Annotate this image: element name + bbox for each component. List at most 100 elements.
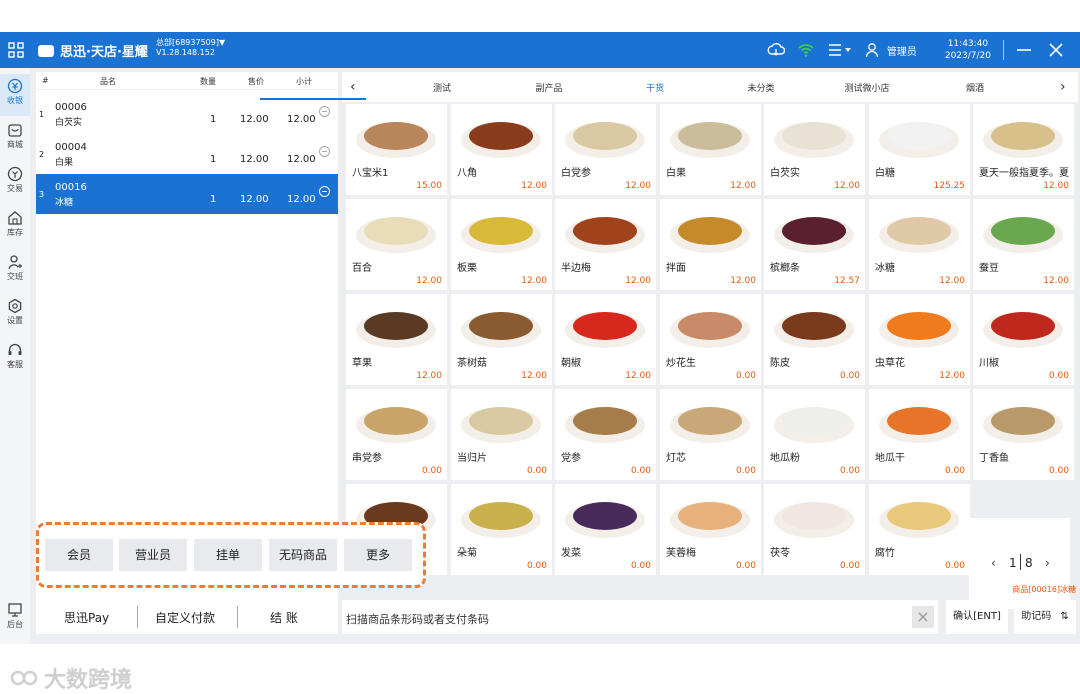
tab-test[interactable]: 测试	[397, 81, 487, 94]
product-image	[774, 407, 854, 443]
cart-logo-icon	[38, 44, 54, 57]
product-card[interactable]: 白芡实 12.00	[764, 104, 865, 195]
product-card[interactable]: 八角 12.00	[451, 104, 552, 195]
product-price: 12.00	[834, 181, 860, 191]
product-card[interactable]: 夏天一般指夏季。夏 12.00	[973, 104, 1074, 195]
product-card[interactable]: 板栗 12.00	[451, 199, 552, 290]
sidebar-item-backend[interactable]: 后台	[0, 598, 30, 640]
custom-payment-button[interactable]: 自定义付款	[155, 609, 215, 626]
product-card[interactable]: 发菜 0.00	[555, 484, 656, 575]
cloud-sync-icon[interactable]	[767, 41, 785, 59]
brand-logo: 思迅·天店·星耀	[38, 41, 148, 60]
remove-item-icon[interactable]	[319, 186, 330, 197]
product-image	[774, 502, 854, 538]
member-button[interactable]: 会员	[45, 539, 113, 571]
product-card[interactable]: 地瓜粉 0.00	[764, 389, 865, 480]
product-card[interactable]: 白果 12.00	[660, 104, 761, 195]
close-icon[interactable]	[1048, 42, 1064, 58]
product-card[interactable]: 串党参 0.00	[346, 389, 447, 480]
confirm-button[interactable]: 确认[ENT]	[946, 600, 1008, 634]
product-card[interactable]: 茯苓 0.00	[764, 484, 865, 575]
product-card[interactable]: 当归片 0.00	[451, 389, 552, 480]
product-card[interactable]: 冰糖 12.00	[869, 199, 970, 290]
sidebar-item-inventory[interactable]: 库存	[0, 206, 30, 248]
product-card[interactable]: 槟榔条 12.57	[764, 199, 865, 290]
user-name: 管理员	[886, 46, 917, 58]
checkout-button[interactable]: 结 账	[270, 609, 298, 626]
sidebar-item-settings[interactable]: 设置	[0, 294, 30, 336]
user-icon	[865, 43, 878, 58]
product-image	[565, 217, 645, 253]
tab-tobacco-wine[interactable]: 烟酒	[930, 81, 1020, 94]
hold-order-button[interactable]: 挂单	[194, 539, 262, 571]
product-card[interactable]: 半边梅 12.00	[555, 199, 656, 290]
page-prev-icon[interactable]: ‹	[991, 556, 996, 570]
remove-item-icon[interactable]	[319, 146, 330, 157]
row-index: 3	[39, 190, 45, 199]
more-button[interactable]: 更多	[344, 539, 412, 571]
sidebar-item-trade[interactable]: 交易	[0, 162, 30, 204]
product-image	[356, 217, 436, 253]
tabs-next-icon[interactable]: ›	[1060, 79, 1066, 95]
product-card[interactable]: 朝椒 12.00	[555, 294, 656, 385]
product-name: 党参	[561, 453, 581, 464]
product-name: 地瓜粉	[770, 453, 800, 464]
order-row[interactable]: 2 00004 白果 1 12.00 12.00	[36, 134, 338, 174]
salesperson-button[interactable]: 营业员	[119, 539, 187, 571]
order-row[interactable]: 1 00006 白芡实 1 12.00 12.00	[36, 94, 338, 134]
product-card[interactable]: 灯芯 0.00	[660, 389, 761, 480]
barcode-input[interactable]: 扫描商品条形码或者支付条码	[346, 611, 489, 627]
sidebar-item-label: 客服	[7, 360, 23, 369]
product-card[interactable]: 腐竹 0.00	[869, 484, 970, 575]
product-card[interactable]: 蚕豆 12.00	[973, 199, 1074, 290]
product-card[interactable]: 草果 12.00	[346, 294, 447, 385]
product-price: 0.00	[421, 466, 442, 476]
product-card[interactable]: 陈皮 0.00	[764, 294, 865, 385]
menu-list-icon[interactable]	[827, 41, 853, 59]
tabs-prev-icon[interactable]: ‹	[350, 79, 356, 95]
product-card[interactable]: 党参 0.00	[555, 389, 656, 480]
apps-grid-icon[interactable]	[8, 42, 24, 58]
sidebar-item-shift[interactable]: 交班	[0, 250, 30, 292]
product-card[interactable]: 川椒 0.00	[973, 294, 1074, 385]
item-qty[interactable]: 1	[210, 114, 216, 125]
item-name: 白芡实	[55, 118, 83, 128]
mnemonic-button[interactable]: 助记码 ⇅	[1014, 600, 1076, 634]
tab-dried-goods[interactable]: 干货	[610, 81, 700, 94]
item-qty[interactable]: 1	[210, 194, 216, 205]
product-name: 腐竹	[875, 548, 895, 559]
page-next-icon[interactable]: ›	[1045, 556, 1050, 570]
product-card[interactable]: 八宝米1 15.00	[346, 104, 447, 195]
minimize-icon[interactable]	[1016, 42, 1032, 58]
tab-byproduct[interactable]: 副产品	[504, 81, 594, 94]
product-price: 0.00	[839, 561, 860, 571]
tab-uncategorized[interactable]: 未分类	[716, 81, 806, 94]
product-price: 12.00	[730, 276, 756, 286]
no-barcode-item-button[interactable]: 无码商品	[269, 539, 337, 571]
tab-micro-store[interactable]: 测试微小店	[822, 81, 912, 94]
clock-date: 2023/7/20	[944, 51, 991, 61]
sixun-pay-button[interactable]: 思迅Pay	[64, 609, 109, 626]
item-qty[interactable]: 1	[210, 154, 216, 165]
store-selector[interactable]: 总部[68937509]▼ V1.28.148.152	[156, 38, 225, 58]
brand-name: 思迅·天店·星耀	[60, 45, 148, 60]
clear-input-icon[interactable]: ×	[912, 606, 934, 628]
product-card[interactable]: 朵菊 0.00	[451, 484, 552, 575]
product-card[interactable]: 百合 12.00	[346, 199, 447, 290]
sidebar-item-mall[interactable]: 商城	[0, 118, 30, 160]
product-card[interactable]: 地瓜干 0.00	[869, 389, 970, 480]
order-row-selected[interactable]: 3 00016 冰糖 1 12.00 12.00	[36, 174, 338, 214]
remove-item-icon[interactable]	[319, 106, 330, 117]
product-card[interactable]: 虫草花 12.00	[869, 294, 970, 385]
product-card[interactable]: 茶树菇 12.00	[451, 294, 552, 385]
product-card[interactable]: 丁香鱼 0.00	[973, 389, 1074, 480]
product-card[interactable]: 白党参 12.00	[555, 104, 656, 195]
sidebar-item-cashier[interactable]: 收银	[0, 74, 30, 116]
mall-icon	[8, 124, 22, 137]
sidebar-item-support[interactable]: 客服	[0, 338, 30, 380]
user-menu[interactable]: 管理员	[865, 42, 917, 58]
product-card[interactable]: 白糖 125.25	[869, 104, 970, 195]
product-card[interactable]: 拌面 12.00	[660, 199, 761, 290]
product-card[interactable]: 芙蓉梅 0.00	[660, 484, 761, 575]
product-card[interactable]: 炒花生 0.00	[660, 294, 761, 385]
